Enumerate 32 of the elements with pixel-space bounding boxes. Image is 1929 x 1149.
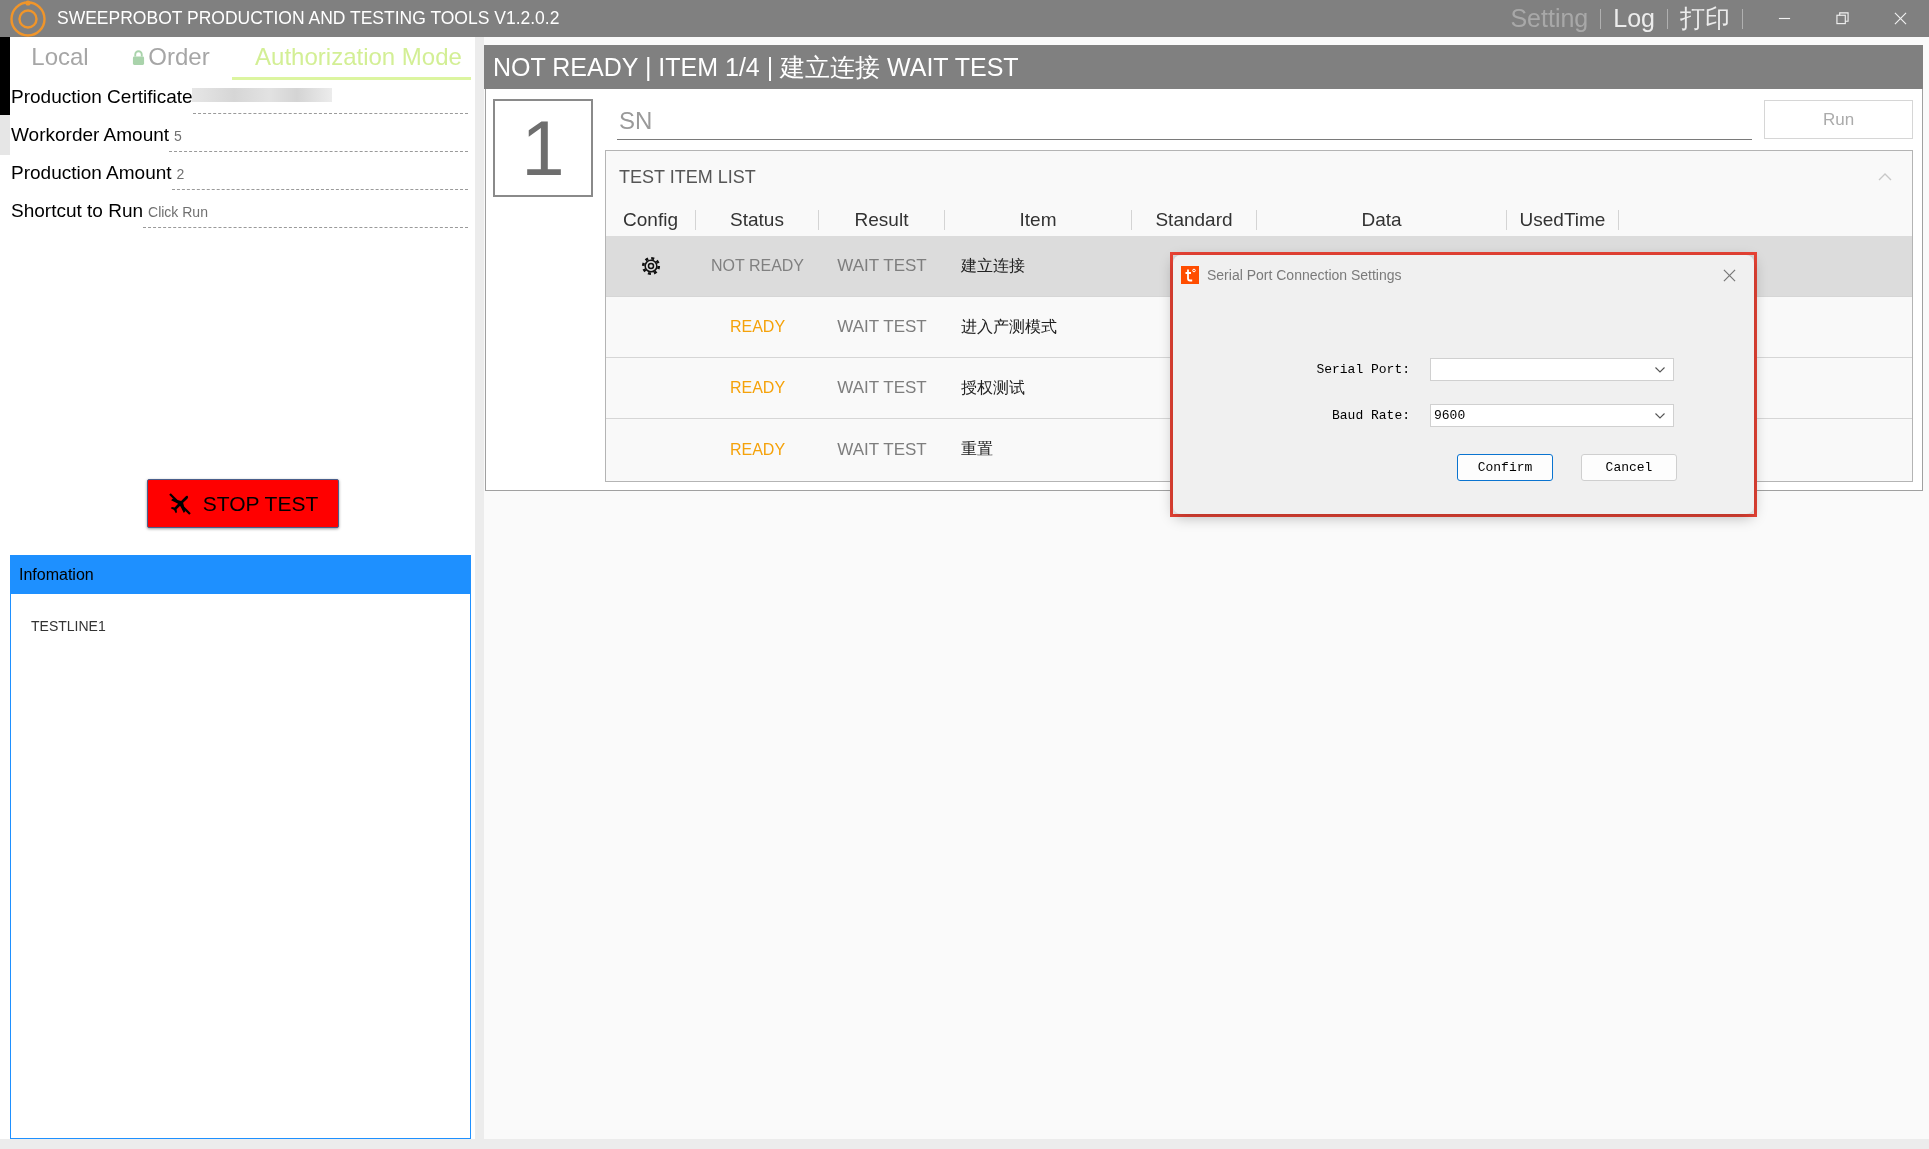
info-panel-header: Infomation: [10, 555, 471, 594]
field-label: Production Amount: [11, 162, 172, 184]
column-header: Data: [1257, 209, 1507, 230]
column-header: Status: [696, 209, 819, 230]
table-cell-text: NOT READY: [709, 257, 806, 275]
table-cell-text: 建立连接: [960, 255, 1026, 276]
table-cell-text: READY: [728, 318, 787, 336]
table-cell-text: READY: [728, 440, 787, 459]
group-title: TEST ITEM LIST: [619, 166, 757, 188]
table-cell-text: READY: [728, 379, 787, 397]
table-cell-text: WAIT TEST: [836, 256, 928, 276]
column-header: Standard: [1132, 209, 1257, 230]
field-label: Baud Rate:: [1331, 408, 1411, 423]
table-cell-text: 授权测试: [960, 377, 1026, 398]
field-label: Shortcut to Run: [11, 200, 144, 222]
field-label: Production Certificate: [11, 86, 193, 108]
table-cell-text: WAIT TEST: [836, 439, 928, 460]
table-cell-text: 进入产测模式: [960, 316, 1058, 337]
field-label: Serial Port:: [1315, 362, 1411, 377]
column-header: Item: [945, 209, 1132, 230]
column-header: UsedTime: [1507, 209, 1619, 230]
column-header: Config: [606, 209, 696, 230]
column-header: Result: [819, 209, 945, 230]
table-cell-text: 重置: [960, 439, 994, 459]
status-header: NOT READY | ITEM 1/4 | 建立连接 WAIT TEST: [484, 45, 1923, 89]
table-cell-text: WAIT TEST: [836, 317, 928, 337]
table-cell-text: WAIT TEST: [836, 378, 928, 398]
slot-number: 1: [493, 99, 593, 197]
log-line: TESTLINE1: [31, 618, 107, 634]
field-label: Workorder Amount: [11, 124, 170, 146]
dialog-title: Serial Port Connection Settings: [1207, 267, 1402, 283]
window-title: SWEEPROBOT PRODUCTION AND TESTING TOOLS V1.2.0.2: [57, 8, 560, 29]
